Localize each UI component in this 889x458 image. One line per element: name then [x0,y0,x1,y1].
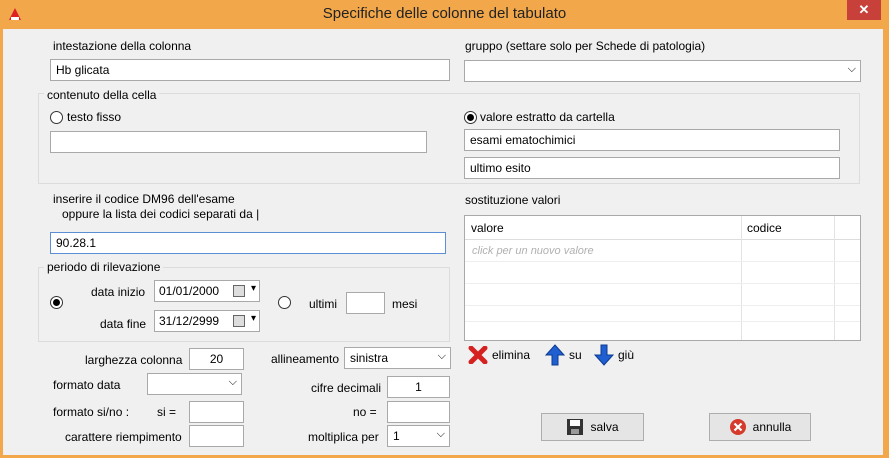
group-select[interactable]: ⌵ [464,60,861,82]
arrow-down-icon [594,344,614,366]
row-divider [465,321,860,322]
exam-code-input[interactable]: 90.28.1 [50,232,446,254]
window-title: Specifiche delle colonne del tabulato [322,5,567,22]
chevron-down-icon[interactable]: ▾ [251,283,256,294]
column-heading-label: intestazione della colonna [53,39,192,53]
decimals-label: cifre decimali [311,381,382,395]
yes-input[interactable] [189,401,244,423]
no-label: no = [353,405,377,419]
chevron-down-icon: ⌵ [847,63,856,75]
column-width-input[interactable]: 20 [189,348,244,370]
substitution-table[interactable]: valore codice click per un nuovo valore [464,215,861,341]
group-label: gruppo (settare solo per Schede di patol… [465,39,706,53]
column-header-valore[interactable]: valore [471,221,504,235]
floppy-disk-icon [567,419,584,435]
extracted-value-label: valore estratto da cartella [480,110,615,124]
move-up-label: su [569,348,582,362]
alignment-select[interactable]: sinistra ⌵ [344,347,451,369]
close-button[interactable]: ✕ [847,0,881,20]
start-date-picker[interactable]: 01/01/2000 ▾ [154,280,260,302]
yes-label: si = [157,405,177,419]
multiply-select[interactable]: 1 ⌵ [387,425,450,447]
delete-label: elimina [492,348,531,362]
multiply-label: moltiplica per [308,430,379,444]
cell-content-legend: contenuto della cella [44,88,160,102]
cancel-icon [729,419,746,435]
chevron-down-icon: ⌵ [436,428,445,440]
end-date-picker[interactable]: 31/12/2999 ▾ [154,310,260,332]
column-width-label: larghezza colonna [85,353,183,367]
arrow-up-icon [545,344,565,366]
end-date-value: 31/12/2999 [159,314,220,328]
save-label: salva [590,420,619,434]
new-value-placeholder[interactable]: click per un nuovo valore [472,245,594,257]
substitution-label: sostituzione valori [465,193,561,207]
fixed-text-radio[interactable] [50,111,63,124]
move-up-button[interactable]: su [545,344,582,366]
extracted-value-radio[interactable] [464,111,477,124]
fixed-text-label: testo fisso [67,110,122,124]
row-divider [465,305,860,306]
period-legend: periodo di rilevazione [44,260,164,274]
column-header-codice[interactable]: codice [747,221,782,235]
dialog-body: intestazione della colonna Hb glicata gr… [3,29,883,455]
last-months-input[interactable] [346,292,385,314]
row-divider [465,261,860,262]
table-header: valore codice [465,216,860,240]
row-divider [465,283,860,284]
result-type-input[interactable]: ultimo esito [464,157,840,179]
end-date-label: data fine [100,317,147,331]
dialog-window: Specifiche delle colonne del tabulato ✕ … [0,0,889,458]
column-heading-input[interactable]: Hb glicata [50,59,450,81]
move-down-label: giù [618,348,635,362]
chevron-down-icon[interactable]: ▾ [251,313,256,324]
fixed-text-input[interactable] [50,131,427,153]
date-format-label: formato data [53,378,121,392]
save-button[interactable]: salva [541,413,644,441]
yes-no-format-label: formato si/no : [53,405,130,419]
fill-char-input[interactable] [189,425,244,447]
alignment-label: allineamento [271,352,340,366]
calendar-icon[interactable] [233,285,245,297]
months-label: mesi [392,297,418,311]
radio-selected-dot [53,299,60,306]
exam-category-input[interactable]: esami ematochimici [464,129,840,151]
last-label: ultimi [309,297,338,311]
last-months-radio[interactable] [278,296,291,309]
delete-button[interactable]: elimina [468,346,530,364]
chevron-down-icon: ⌵ [228,376,237,388]
radio-selected-dot [467,114,474,121]
code-label-line2: oppure la lista dei codici separati da | [62,207,260,221]
delete-x-icon [468,346,488,364]
title-bar: Specifiche delle colonne del tabulato ✕ [0,0,889,29]
code-label-line1: inserire il codice DM96 dell'esame [53,192,235,206]
calendar-icon[interactable] [233,315,245,327]
start-date-label: data inizio [91,285,146,299]
cancel-button[interactable]: annulla [709,413,811,441]
cancel-label: annulla [752,420,792,434]
no-input[interactable] [387,401,450,423]
date-format-select[interactable]: ⌵ [147,373,242,395]
chevron-down-icon: ⌵ [437,350,446,362]
move-down-button[interactable]: giù [594,344,634,366]
decimals-input[interactable]: 1 [387,376,450,398]
fill-char-label: carattere riempimento [65,430,182,444]
date-range-radio[interactable] [50,296,63,309]
start-date-value: 01/01/2000 [159,284,220,298]
multiply-value: 1 [393,429,400,443]
alignment-value: sinistra [350,351,389,365]
